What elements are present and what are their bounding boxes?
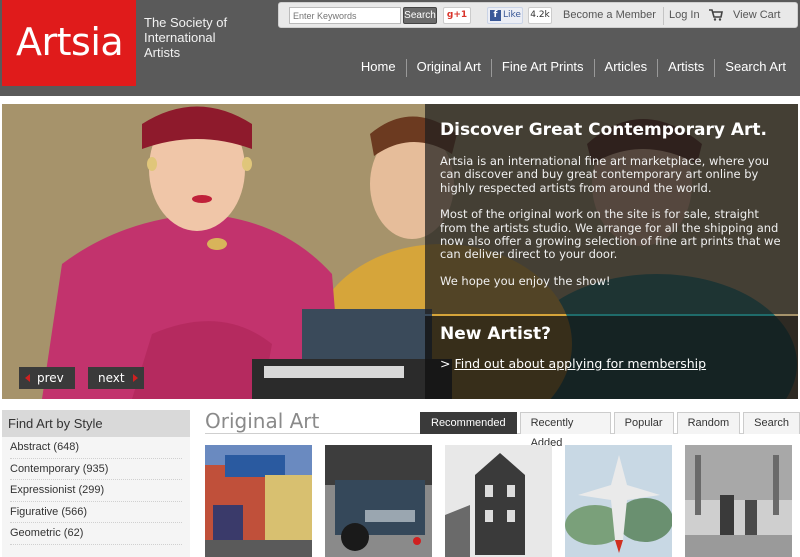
hero-paragraph: We hope you enjoy the show! [440,273,611,288]
nav-original-art[interactable]: Original Art [405,59,491,77]
new-artist-heading: New Artist? [440,324,551,344]
search-input[interactable] [289,7,401,24]
top-bar: Search g+1 fLike 4.2k Become a Member Lo… [278,2,798,28]
tab-recommended[interactable]: Recommended [420,412,517,434]
facebook-like-count: 4.2k [528,7,552,24]
become-member-link[interactable]: Become a Member [563,9,656,21]
artwork-thumbnail[interactable] [205,445,312,557]
tab-random[interactable]: Random [676,412,741,434]
nav-home[interactable]: Home [351,59,406,77]
cart-icon[interactable] [709,9,723,21]
google-plus-button[interactable]: g+1 [443,7,471,24]
style-list: Abstract (648) Contemporary (935) Expres… [2,437,190,545]
nav-fine-art-prints[interactable]: Fine Art Prints [490,59,594,77]
facebook-icon: f [490,10,501,21]
facebook-like-button[interactable]: f Like [487,7,523,24]
apply-link-text: Find out about applying for membership [454,356,707,371]
style-sidebar: Find Art by Style Abstract (648) Contemp… [2,410,190,557]
style-item-figurative[interactable]: Figurative (566) [10,502,182,523]
next-button[interactable]: next [88,367,144,389]
nav-articles[interactable]: Articles [593,59,658,77]
style-item-expressionist[interactable]: Expressionist (299) [10,480,182,502]
site-header: Artsia The Society of International Arti… [0,0,800,96]
logo-text: Artsia [16,20,124,64]
tagline: The Society of International Artists [144,15,228,60]
tab-popular[interactable]: Popular [613,412,674,434]
hero-title: Discover Great Contemporary Art. [440,120,767,140]
hero-banner: Discover Great Contemporary Art. Artsia … [2,104,798,399]
view-cart-link[interactable]: View Cart [733,9,780,21]
search-button[interactable]: Search [403,7,437,24]
nav-search-art[interactable]: Search Art [714,59,796,77]
artwork-thumbnail[interactable] [565,445,672,557]
main-nav: Home Original Art Fine Art Prints Articl… [351,59,796,77]
artwork-grid [205,445,797,557]
tab-recently-added[interactable]: Recently Added [519,412,611,449]
apply-arrow: > [440,356,451,371]
hero-text: Artsia is an international fine art mark… [440,154,785,301]
login-link[interactable]: Log In [669,9,700,21]
artwork-thumbnail[interactable] [685,445,792,557]
artwork-thumbnail[interactable] [325,445,432,557]
tab-search[interactable]: Search [743,412,800,434]
logo[interactable]: Artsia [2,0,136,86]
artwork-thumbnail[interactable] [445,445,552,557]
nav-artists[interactable]: Artists [657,59,714,77]
apply-membership-link[interactable]: > Find out about applying for membership [440,356,706,371]
sidebar-title: Find Art by Style [2,410,190,437]
style-item-geometric[interactable]: Geometric (62) [10,523,182,545]
style-item-abstract[interactable]: Abstract (648) [10,437,182,459]
facebook-like-label: Like [503,10,521,20]
divider [663,7,664,25]
section-title: Original Art [205,409,320,433]
google-plus-label: +1 [453,10,468,20]
hero-paragraph: Artsia is an international fine art mark… [440,154,770,195]
prev-button[interactable]: prev [19,367,75,389]
art-tabs: Recommended Recently Added Popular Rando… [420,412,800,449]
hero-paragraph: Most of the original work on the site is… [440,207,781,262]
style-item-contemporary[interactable]: Contemporary (935) [10,459,182,480]
